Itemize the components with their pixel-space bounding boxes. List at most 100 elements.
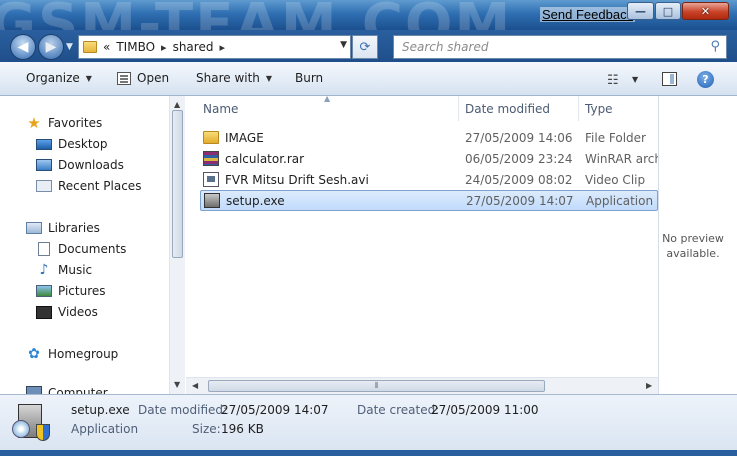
- file-type: Application: [586, 193, 654, 208]
- scrollbar-thumb[interactable]: [172, 110, 183, 258]
- scrollbar-thumb[interactable]: ⦀: [208, 380, 545, 392]
- preview-pane-toggle-icon[interactable]: [662, 72, 677, 86]
- help-icon[interactable]: ?: [697, 71, 714, 88]
- file-type: File Folder: [585, 130, 646, 145]
- column-header-date-modified[interactable]: Date modified: [459, 96, 579, 121]
- nav-desktop[interactable]: Desktop: [36, 137, 108, 151]
- nav-homegroup[interactable]: ✿ Homegroup: [26, 346, 119, 362]
- share-with-button[interactable]: Share with ▼: [196, 71, 272, 85]
- recent-places-icon: [36, 180, 52, 192]
- column-type-label: Type: [585, 101, 613, 116]
- forward-button[interactable]: ▶: [38, 34, 64, 60]
- nav-recent-places[interactable]: Recent Places: [36, 179, 141, 193]
- open-label: Open: [137, 71, 170, 85]
- scroll-right-icon[interactable]: ▶: [646, 381, 652, 390]
- back-arrow-icon: ◀: [17, 39, 29, 55]
- details-pane: setup.exe Application Date modified: 27/…: [0, 394, 737, 450]
- nav-videos[interactable]: Videos: [36, 305, 98, 319]
- open-button[interactable]: Open: [117, 71, 169, 85]
- music-icon: ♪: [39, 262, 49, 278]
- homegroup-icon: ✿: [28, 346, 40, 362]
- nav-documents[interactable]: Documents: [36, 242, 126, 256]
- window-bottom-border: [0, 450, 737, 456]
- nav-pictures[interactable]: Pictures: [36, 284, 106, 298]
- nav-music[interactable]: ♪ Music: [36, 262, 93, 278]
- winrar-icon: [203, 151, 219, 166]
- refresh-button[interactable]: ⟳: [352, 35, 378, 59]
- details-date-modified-value: 27/05/2009 14:07: [221, 403, 329, 417]
- setup-icon: [12, 402, 56, 444]
- maximize-button[interactable]: □: [655, 2, 681, 20]
- close-icon: ✕: [700, 4, 711, 18]
- maximize-icon: □: [662, 4, 674, 18]
- videos-icon: [36, 305, 52, 319]
- share-with-label: Share with: [196, 71, 260, 85]
- details-date-created-value: 27/05/2009 11:00: [431, 403, 539, 417]
- file-row-selected[interactable]: setup.exe 27/05/2009 14:07 Application: [200, 190, 658, 211]
- breadcrumb-timbo[interactable]: TIMBO: [116, 40, 155, 54]
- details-date-modified-label: Date modified:: [138, 403, 228, 417]
- view-options-dropdown-icon[interactable]: ▼: [632, 75, 638, 84]
- navigation-pane-scrollbar[interactable]: ▲ ▼: [169, 96, 185, 394]
- nav-computer[interactable]: Computer: [26, 386, 108, 394]
- nav-videos-label: Videos: [58, 305, 98, 319]
- breadcrumb-overflow[interactable]: «: [103, 40, 110, 54]
- navigation-pane: ★ Favorites Desktop Downloads Recent Plac…: [0, 96, 185, 394]
- desktop-icon: [36, 138, 52, 150]
- pictures-icon: [36, 285, 52, 297]
- video-icon: [203, 172, 219, 187]
- search-icon[interactable]: ⚲: [710, 39, 720, 54]
- file-row[interactable]: FVR Mitsu Drift Sesh.avi 24/05/2009 08:0…: [200, 169, 658, 190]
- scroll-left-icon[interactable]: ◀: [192, 381, 198, 390]
- nav-homegroup-label: Homegroup: [48, 347, 119, 361]
- breadcrumb-separator-icon[interactable]: ▸: [161, 41, 167, 54]
- nav-desktop-label: Desktop: [58, 137, 108, 151]
- address-bar[interactable]: « TIMBO ▸ shared ▸ ▼: [78, 35, 351, 59]
- setup-icon: [204, 193, 220, 208]
- breadcrumb-separator-icon[interactable]: ▸: [219, 41, 225, 54]
- chevron-down-icon: ▼: [85, 73, 92, 83]
- nav-libraries[interactable]: Libraries: [26, 221, 100, 235]
- forward-arrow-icon: ▶: [45, 39, 57, 55]
- file-date-modified: 24/05/2009 08:02: [465, 172, 573, 187]
- column-header-name[interactable]: Name: [186, 96, 459, 121]
- file-name: setup.exe: [226, 193, 285, 208]
- close-button[interactable]: ✕: [682, 2, 729, 20]
- column-name-label: Name: [203, 101, 239, 116]
- minimize-button[interactable]: —: [627, 2, 654, 20]
- libraries-icon: [26, 222, 42, 234]
- file-list-horizontal-scrollbar[interactable]: ◀ ⦀ ▶: [186, 377, 658, 394]
- details-size-label: Size:: [192, 422, 221, 436]
- scroll-up-icon[interactable]: ▲: [174, 100, 180, 109]
- breadcrumb-shared[interactable]: shared: [173, 40, 214, 54]
- file-name: FVR Mitsu Drift Sesh.avi: [225, 172, 369, 187]
- file-name: IMAGE: [225, 130, 264, 145]
- folder-icon: [83, 41, 97, 53]
- organize-button[interactable]: Organize ▼: [26, 71, 92, 85]
- send-feedback-link[interactable]: Send Feedback: [540, 7, 636, 22]
- file-date-modified: 27/05/2009 14:06: [465, 130, 573, 145]
- downloads-icon: [36, 159, 52, 171]
- file-type: Video Clip: [585, 172, 646, 187]
- nav-favorites[interactable]: ★ Favorites: [26, 114, 102, 132]
- back-button[interactable]: ◀: [10, 34, 36, 60]
- column-header-type[interactable]: Type: [579, 96, 658, 121]
- burn-label: Burn: [295, 71, 324, 85]
- documents-icon: [38, 242, 50, 256]
- file-name: calculator.rar: [225, 151, 305, 166]
- details-filename: setup.exe: [71, 403, 130, 417]
- search-input[interactable]: Search shared ⚲: [393, 35, 727, 59]
- address-dropdown-icon[interactable]: ▼: [340, 40, 347, 50]
- change-view-icon[interactable]: ☷: [607, 73, 619, 88]
- scroll-down-icon[interactable]: ▼: [174, 380, 180, 389]
- file-row[interactable]: IMAGE 27/05/2009 14:06 File Folder: [200, 127, 658, 148]
- nav-recent-places-label: Recent Places: [58, 179, 142, 193]
- search-placeholder: Search shared: [402, 40, 489, 54]
- nav-pictures-label: Pictures: [58, 284, 106, 298]
- burn-button[interactable]: Burn: [295, 71, 323, 85]
- recent-pages-dropdown-icon[interactable]: ▼: [66, 42, 73, 52]
- nav-downloads[interactable]: Downloads: [36, 158, 124, 172]
- open-icon: [117, 71, 131, 85]
- file-row[interactable]: calculator.rar 06/05/2009 23:24 WinRAR a…: [200, 148, 658, 169]
- chevron-down-icon: ▼: [265, 73, 273, 83]
